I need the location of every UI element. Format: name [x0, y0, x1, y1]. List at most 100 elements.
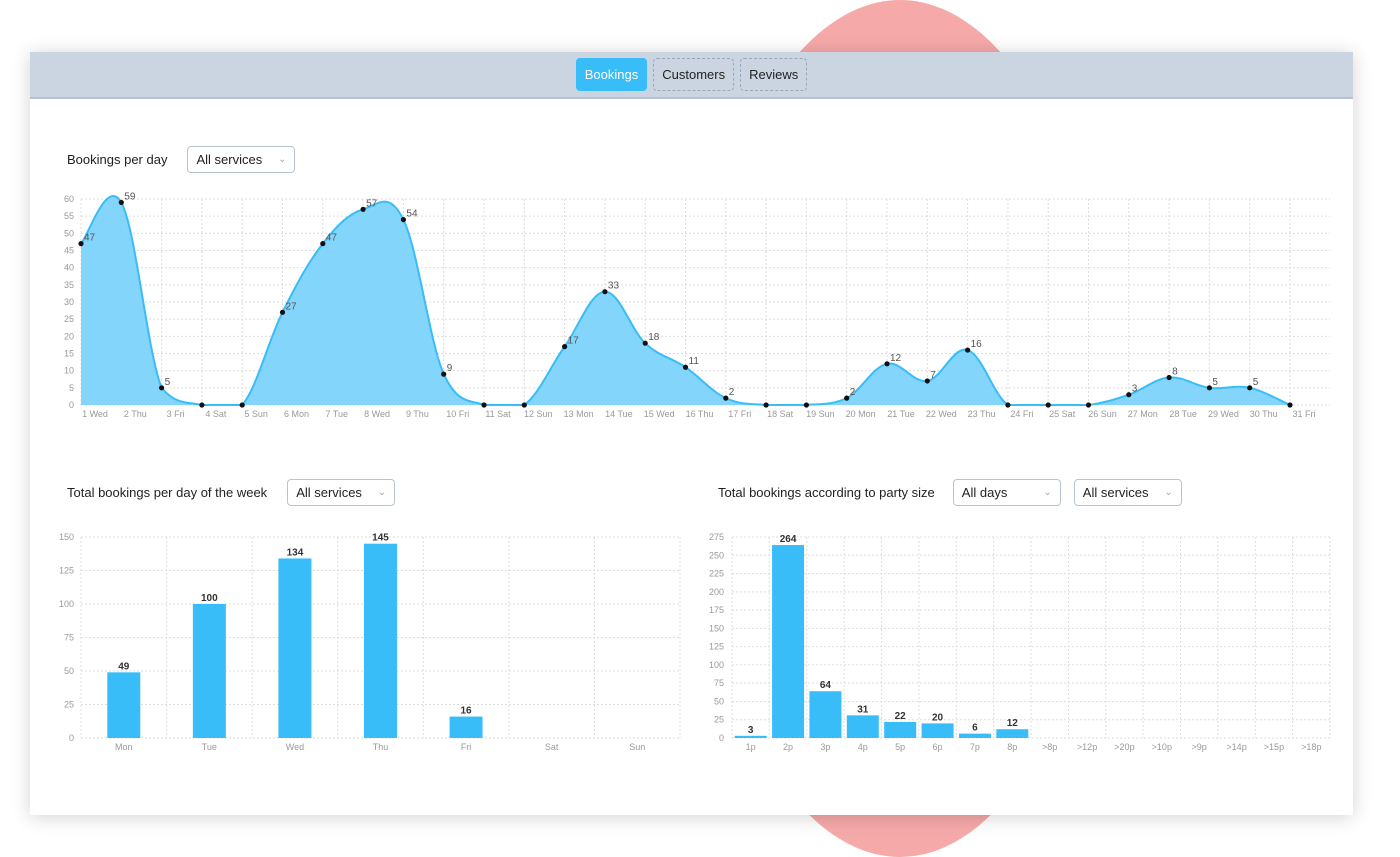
- y-tick-label: 10: [64, 366, 74, 376]
- data-label: 47: [326, 233, 338, 244]
- x-tick-label: 16 Thu: [686, 409, 714, 419]
- data-point: [239, 402, 245, 408]
- data-label: 57: [366, 198, 378, 209]
- y-tick-label: 0: [69, 733, 74, 743]
- bar: [107, 672, 141, 738]
- bar: [809, 691, 842, 738]
- data-label: 9: [447, 363, 453, 374]
- x-tick-label: 2p: [783, 742, 793, 752]
- x-tick-label: >14p: [1226, 742, 1246, 752]
- data-point: [965, 347, 971, 353]
- bar: [958, 733, 991, 738]
- y-tick-label: 55: [64, 211, 74, 221]
- y-tick-label: 5: [69, 383, 74, 393]
- bar-value-label: 134: [287, 547, 304, 558]
- data-label: 11: [689, 356, 700, 367]
- data-point: [1085, 402, 1092, 408]
- data-label: 2: [850, 387, 856, 398]
- data-point: [1126, 392, 1132, 398]
- y-tick-label: 0: [719, 733, 724, 743]
- x-tick-label: 3 Fri: [167, 409, 185, 419]
- x-tick-label: 19 Sun: [806, 409, 835, 419]
- x-tick-label: 14 Tue: [605, 409, 633, 419]
- y-tick-label: 25: [64, 314, 74, 324]
- x-tick-label: 4 Sat: [205, 409, 227, 419]
- x-tick-label: >9p: [1192, 742, 1207, 752]
- x-tick-label: 6p: [933, 742, 943, 752]
- data-point: [844, 395, 850, 401]
- y-tick-label: 125: [709, 642, 724, 652]
- data-point: [320, 241, 326, 247]
- data-point: [400, 217, 406, 223]
- bar-value-label: 64: [820, 680, 832, 691]
- bar-value-label: 31: [857, 704, 869, 715]
- x-tick-label: >12p: [1077, 742, 1097, 752]
- y-tick-label: 75: [64, 633, 74, 643]
- data-label: 2: [729, 387, 735, 398]
- x-tick-label: 3p: [820, 742, 830, 752]
- bar: [449, 716, 483, 738]
- y-tick-label: 200: [709, 587, 724, 597]
- x-tick-label: 8p: [1007, 742, 1017, 752]
- data-label: 8: [1172, 367, 1178, 378]
- bar-value-label: 145: [372, 533, 389, 544]
- y-tick-label: 25: [714, 715, 724, 725]
- x-tick-label: 7 Tue: [326, 409, 349, 419]
- y-tick-label: 15: [64, 349, 74, 359]
- bar: [192, 604, 226, 738]
- data-point: [602, 289, 608, 295]
- data-point: [682, 364, 689, 370]
- data-point: [803, 402, 810, 408]
- data-point: [1045, 402, 1051, 408]
- data-point: [642, 340, 648, 346]
- x-tick-label: Thu: [373, 742, 389, 752]
- x-tick-label: 5 Sun: [244, 409, 268, 419]
- x-tick-label: 13 Mon: [564, 409, 594, 419]
- x-tick-label: 22 Wed: [926, 409, 957, 419]
- data-point: [884, 361, 890, 367]
- x-tick-label: 10 Fri: [446, 409, 469, 419]
- data-point: [279, 309, 286, 315]
- x-tick-label: 2 Thu: [124, 409, 147, 419]
- data-point: [1005, 402, 1011, 408]
- x-tick-label: 25 Sat: [1049, 409, 1076, 419]
- y-tick-label: 60: [64, 194, 74, 204]
- bar-value-label: 49: [118, 661, 130, 672]
- x-tick-label: >18p: [1301, 742, 1321, 752]
- data-point: [521, 402, 527, 408]
- bar-value-label: 22: [895, 711, 907, 722]
- bar-value-label: 16: [461, 706, 473, 717]
- data-point: [199, 402, 205, 408]
- x-tick-label: 24 Fri: [1010, 409, 1033, 419]
- data-label: 12: [890, 353, 902, 364]
- x-tick-label: 26 Sun: [1088, 409, 1117, 419]
- data-point: [78, 241, 84, 247]
- y-tick-label: 150: [59, 532, 74, 542]
- x-tick-label: 30 Thu: [1250, 409, 1278, 419]
- x-tick-label: Tue: [202, 742, 217, 752]
- bar: [846, 715, 879, 738]
- data-point: [1166, 374, 1172, 381]
- x-tick-label: >15p: [1264, 742, 1284, 752]
- data-label: 5: [1253, 377, 1259, 388]
- y-tick-label: 40: [64, 263, 74, 273]
- x-tick-label: 4p: [858, 742, 868, 752]
- data-label: 54: [406, 209, 418, 220]
- x-tick-label: 20 Mon: [846, 409, 876, 419]
- x-tick-label: >8p: [1042, 742, 1057, 752]
- data-label: 27: [286, 301, 298, 312]
- data-label: 18: [648, 332, 660, 343]
- data-label: 16: [971, 339, 983, 350]
- x-tick-label: 5p: [895, 742, 905, 752]
- x-tick-label: 12 Sun: [524, 409, 553, 419]
- x-tick-label: 9 Thu: [406, 409, 429, 419]
- x-tick-label: >10p: [1152, 742, 1172, 752]
- x-tick-label: 1 Wed: [82, 409, 108, 419]
- x-tick-label: 8 Wed: [364, 409, 390, 419]
- y-tick-label: 125: [59, 566, 74, 576]
- x-tick-label: 31 Fri: [1292, 409, 1315, 419]
- data-point: [441, 371, 447, 377]
- y-tick-label: 100: [709, 660, 724, 670]
- data-label: 5: [165, 377, 171, 388]
- data-point: [159, 385, 165, 391]
